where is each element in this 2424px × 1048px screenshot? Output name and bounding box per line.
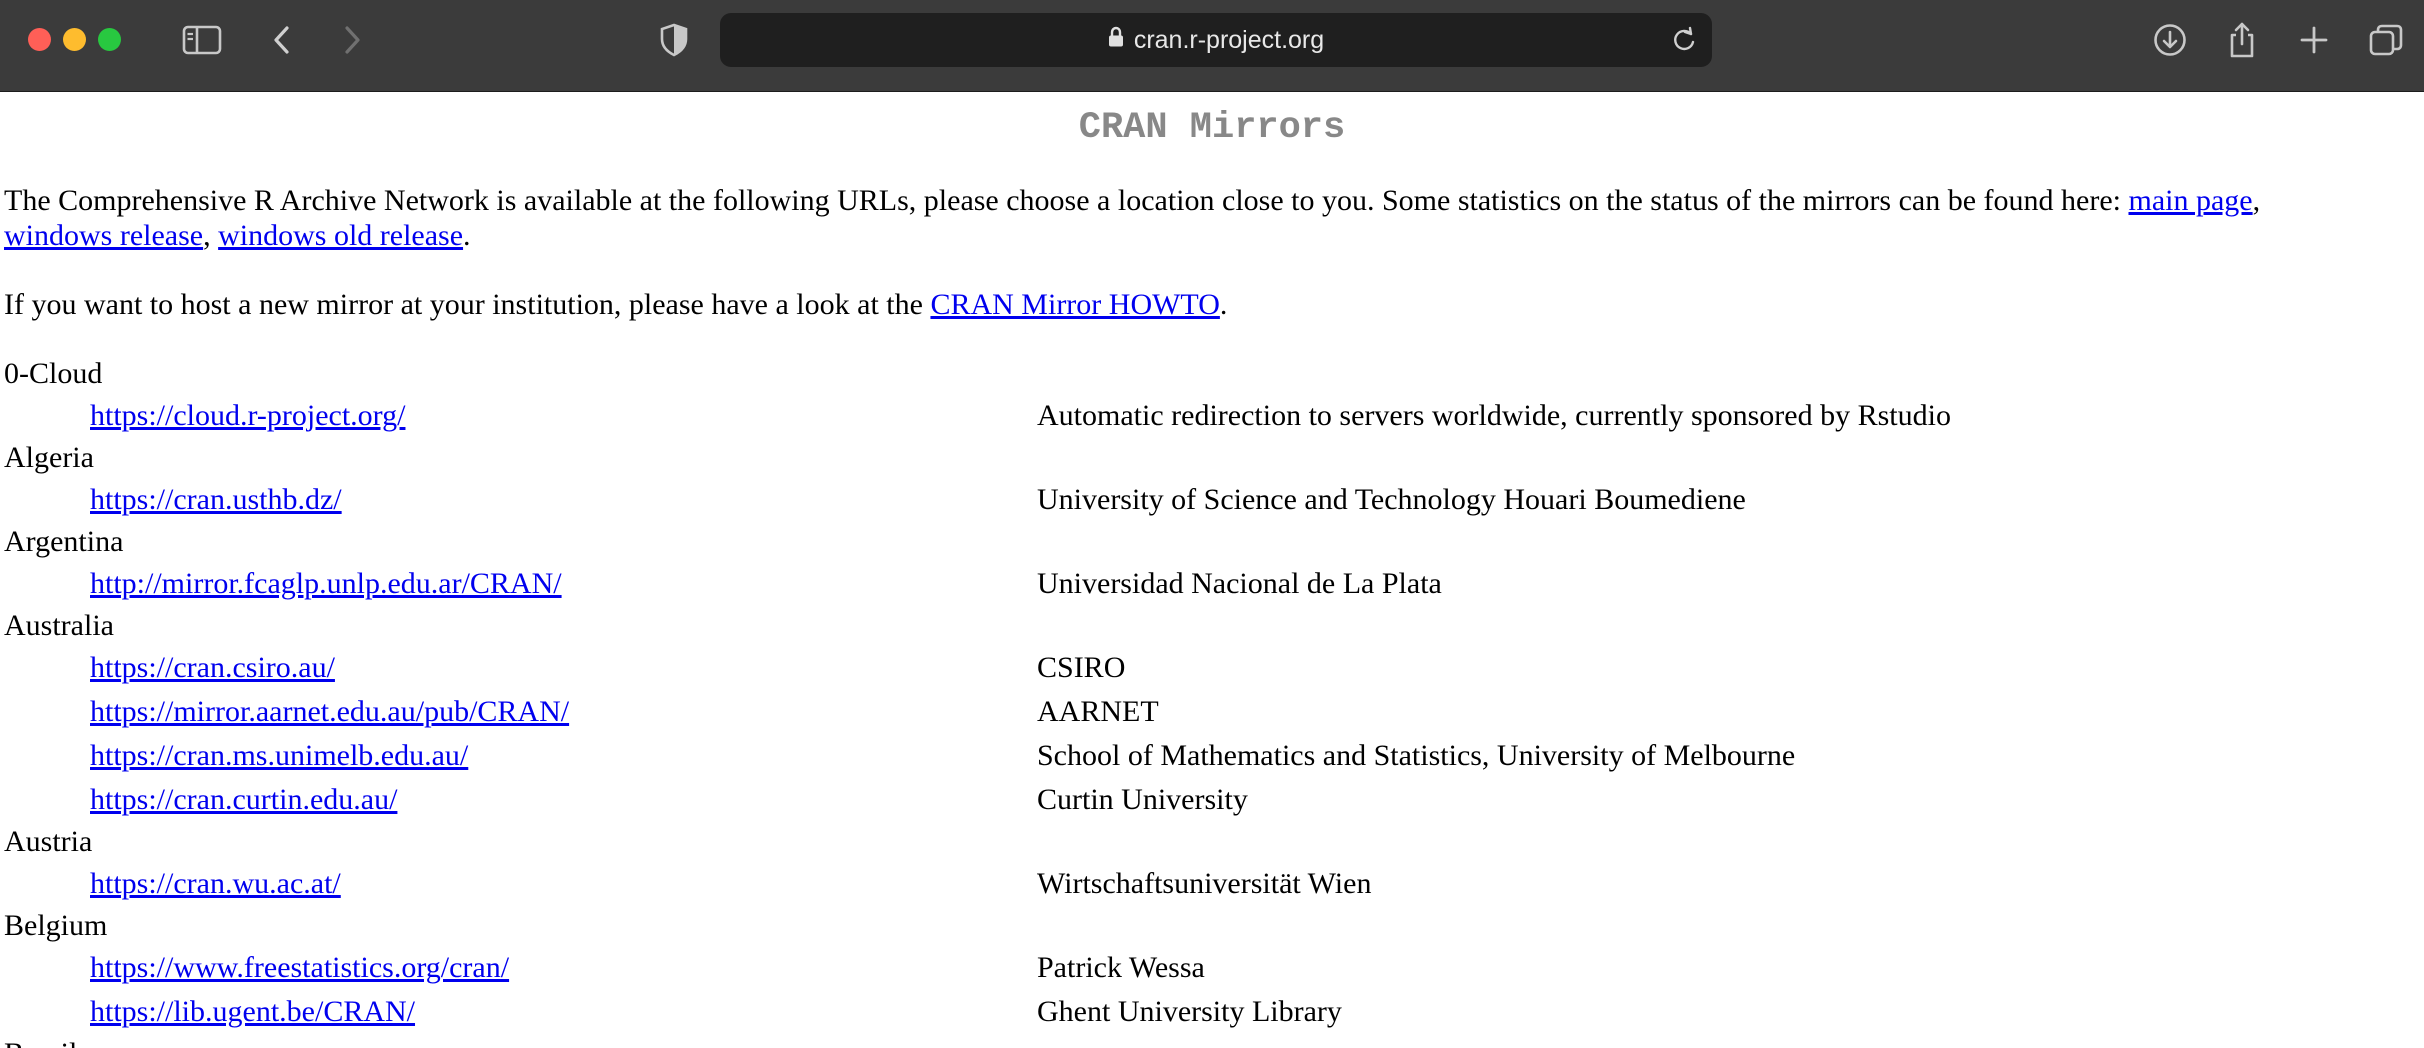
country-heading: Austria	[4, 825, 93, 858]
host-end: .	[1219, 288, 1228, 321]
country-heading: Argentina	[4, 525, 124, 558]
mirror-description: CSIRO	[1037, 651, 1126, 684]
windows-old-release-link[interactable]: windows old release	[218, 219, 463, 252]
mirror-link[interactable]: https://www.freestatistics.org/cran/	[90, 950, 509, 986]
mirror-description: Wirtschaftsuniversität Wien	[1037, 867, 1372, 900]
country-heading: Brazil	[4, 1036, 77, 1048]
mirror-link[interactable]: https://lib.ugent.be/CRAN/	[90, 994, 415, 1030]
page-title: CRAN Mirrors	[1078, 107, 1346, 149]
mirror-link[interactable]: https://cran.wu.ac.at/	[90, 866, 341, 902]
share-icon[interactable]	[2220, 18, 2264, 62]
country-heading: Belgium	[4, 909, 108, 942]
intro-text: The Comprehensive R Archive Network is a…	[4, 184, 2129, 217]
web-page: CRAN Mirrors The Comprehensive R Archive…	[0, 93, 2424, 1048]
mirror-link[interactable]: https://cran.csiro.au/	[90, 650, 335, 686]
country-heading: Australia	[4, 609, 114, 642]
mirror-link[interactable]: https://cran.ms.unimelb.edu.au/	[90, 738, 468, 774]
mirror-link[interactable]: https://mirror.aarnet.edu.au/pub/CRAN/	[90, 694, 569, 730]
mirror-description: AARNET	[1037, 695, 1159, 728]
browser-toolbar: cran.r-project.org	[0, 0, 2424, 92]
mirror-description: Universidad Nacional de La Plata	[1037, 567, 1442, 600]
mirror-description: School of Mathematics and Statistics, Un…	[1037, 739, 1796, 772]
new-tab-icon[interactable]	[2292, 18, 2336, 62]
windows-release-link[interactable]: windows release	[4, 219, 203, 252]
mirror-description: Automatic redirection to servers worldwi…	[1037, 399, 1951, 432]
minimize-window-button[interactable]	[63, 28, 86, 51]
sidebar-toggle-icon[interactable]	[180, 18, 224, 62]
url-text: cran.r-project.org	[1133, 25, 1325, 54]
host-paragraph: If you want to host a new mirror at your…	[4, 287, 2418, 322]
mirror-link[interactable]: http://mirror.fcaglp.unlp.edu.ar/CRAN/	[90, 566, 562, 602]
intro-separator-2: ,	[203, 219, 219, 252]
intro-end: .	[463, 219, 471, 252]
mirror-link[interactable]: https://cran.curtin.edu.au/	[90, 782, 397, 818]
mirror-link[interactable]: https://cloud.r-project.org/	[90, 398, 405, 434]
mirror-link[interactable]: https://cran.usthb.dz/	[90, 482, 342, 518]
zoom-window-button[interactable]	[98, 28, 121, 51]
address-bar[interactable]: cran.r-project.org	[720, 13, 1712, 67]
mirror-description: Curtin University	[1037, 783, 1248, 816]
mirror-description: Patrick Wessa	[1037, 951, 1205, 984]
privacy-shield-icon[interactable]	[652, 18, 696, 62]
downloads-icon[interactable]	[2148, 18, 2192, 62]
main-page-link[interactable]: main page	[2128, 184, 2252, 217]
intro-separator-1: ,	[2252, 184, 2261, 217]
reload-icon[interactable]	[1670, 26, 1698, 54]
back-icon[interactable]	[260, 18, 304, 62]
close-window-button[interactable]	[28, 28, 51, 51]
lock-icon	[1108, 26, 1124, 55]
tab-overview-icon[interactable]	[2364, 18, 2408, 62]
country-heading: 0-Cloud	[4, 357, 103, 390]
mirror-description: Ghent University Library	[1037, 995, 1342, 1028]
intro-paragraph: The Comprehensive R Archive Network is a…	[4, 183, 2418, 253]
host-text: If you want to host a new mirror at your…	[4, 288, 931, 321]
country-heading: Algeria	[4, 441, 94, 474]
forward-icon[interactable]	[330, 18, 374, 62]
mirror-description: University of Science and Technology Hou…	[1037, 483, 1746, 516]
mirror-howto-link[interactable]: CRAN Mirror HOWTO	[930, 288, 1219, 321]
